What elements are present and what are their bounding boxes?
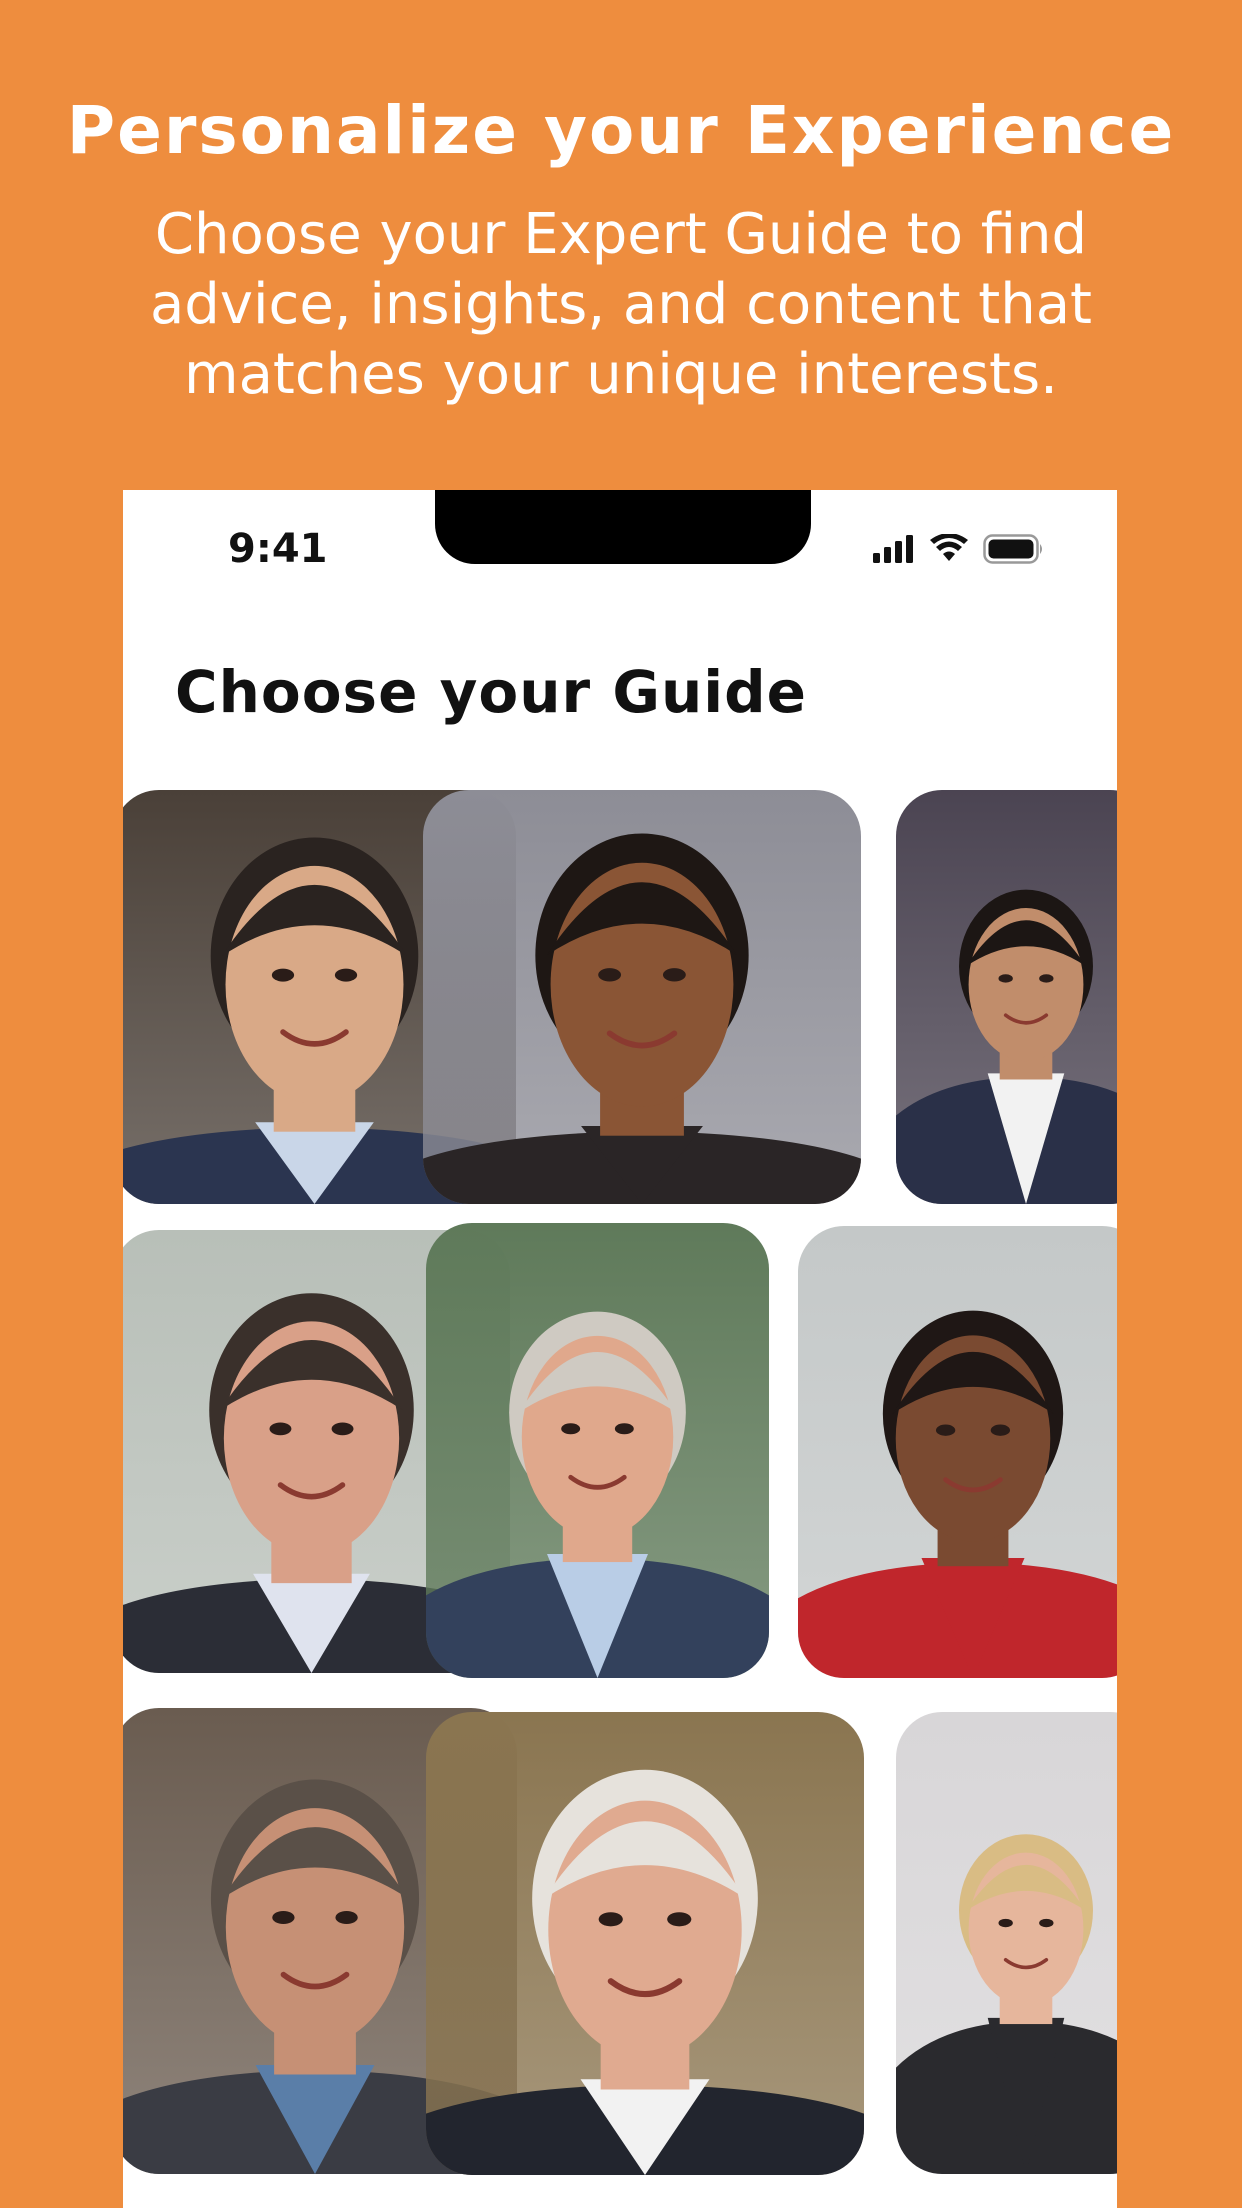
promo-subtitle: Choose your Expert Guide to find advice,… <box>149 202 1093 407</box>
device-notch <box>435 490 811 564</box>
status-icons <box>873 532 1045 569</box>
guide-photo <box>426 1712 864 2175</box>
cellular-signal-icon <box>873 534 915 568</box>
guide-card-2[interactable] <box>423 790 861 1204</box>
guide-photo <box>798 1226 1117 1678</box>
guide-photo <box>423 790 861 1204</box>
wifi-icon <box>929 532 969 569</box>
guide-card-3[interactable] <box>896 790 1117 1204</box>
guide-photo <box>896 1712 1117 2174</box>
guide-card-5[interactable] <box>426 1223 769 1678</box>
promo-title: Personalize your Experience <box>66 92 1176 169</box>
battery-icon <box>983 533 1045 569</box>
guide-card-6[interactable] <box>798 1226 1117 1678</box>
guide-photo <box>896 790 1117 1204</box>
guide-card-9[interactable] <box>896 1712 1117 2174</box>
screen-title: Choose your Guide <box>175 658 807 726</box>
phone-screen: 9:41 Choose your Guide <box>123 490 1117 2208</box>
guide-photo <box>426 1223 769 1678</box>
guide-card-8[interactable] <box>426 1712 864 2175</box>
status-time: 9:41 <box>228 526 328 572</box>
